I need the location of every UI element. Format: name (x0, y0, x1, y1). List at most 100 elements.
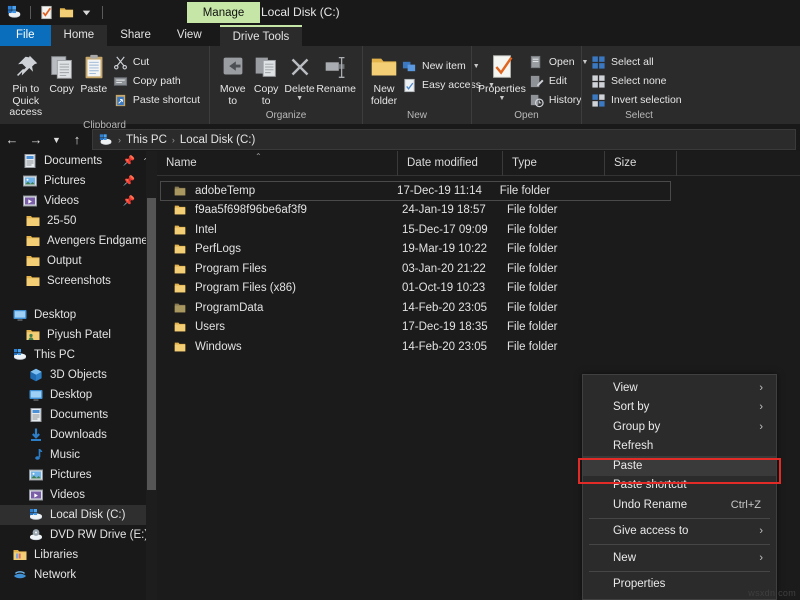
context-menu-item-give-access-to[interactable]: Give access to › (583, 522, 776, 542)
context-menu-item-refresh[interactable]: Refresh (583, 437, 776, 457)
copy-path-button[interactable]: Copy path (110, 72, 203, 90)
clipboard-small-commands: Cut Copy path (110, 50, 203, 109)
copy-button[interactable]: Copy (46, 50, 78, 96)
tab-view[interactable]: View (164, 25, 215, 46)
table-row[interactable]: Windows 14-Feb-20 23:05 File folder (161, 337, 800, 357)
rename-icon (321, 52, 351, 82)
table-row[interactable]: PerfLogs 19-Mar-19 10:22 File folder (161, 240, 800, 260)
sidebar-item-network[interactable]: Network (0, 565, 157, 585)
back-arrow-icon[interactable]: ← (0, 128, 24, 151)
select-all-button[interactable]: Select all (588, 53, 685, 71)
pin-icon[interactable]: 📌 (123, 156, 135, 167)
drive-icon[interactable] (7, 5, 22, 20)
column-header-name[interactable]: Name ⌃ (157, 151, 398, 176)
ribbon-group-new: New folder New item ▼ (362, 46, 471, 124)
paste-icon (79, 52, 109, 82)
sidebar-item-25-50[interactable]: 25-50 (0, 211, 157, 231)
context-menu-item-paste-shortcut[interactable]: Paste shortcut (583, 476, 776, 496)
table-row[interactable]: adobeTemp 17-Dec-19 11:14 File folder (160, 181, 671, 201)
sidebar-item-videos[interactable]: Videos 📌 (0, 191, 157, 211)
properties-caret-icon[interactable]: ▼ (498, 96, 505, 102)
sidebar-item-desktop-2[interactable]: Desktop (0, 385, 157, 405)
delete-button[interactable]: Delete ▼ (283, 50, 316, 102)
pin-to-quick-access-button[interactable]: Pin to Quick access (6, 50, 46, 119)
libraries-icon (12, 547, 28, 563)
edit-label: Edit (549, 75, 567, 87)
sidebar-item-local-disk-c[interactable]: Local Disk (C:) (0, 505, 157, 525)
properties-button[interactable]: Properties ▼ (478, 50, 526, 102)
dvd-drive-icon (28, 527, 44, 543)
paste-button[interactable]: Paste (78, 50, 110, 96)
context-menu-item-view[interactable]: View › (583, 378, 776, 398)
tab-home[interactable]: Home (51, 25, 108, 46)
pin-icon[interactable]: 📌 (123, 176, 135, 187)
invert-selection-button[interactable]: Invert selection (588, 91, 685, 109)
customize-dropdown-icon[interactable] (79, 5, 94, 20)
sidebar-item-output[interactable]: Output (0, 251, 157, 271)
table-row[interactable]: ProgramData 14-Feb-20 23:05 File folder (161, 298, 800, 318)
table-row[interactable]: Program Files (x86) 01-Oct-19 10:23 File… (161, 279, 800, 299)
sidebar-item-videos-2[interactable]: Videos (0, 485, 157, 505)
sidebar-item-3d-objects[interactable]: 3D Objects (0, 365, 157, 385)
context-menu-item-paste[interactable]: Paste (583, 456, 776, 476)
sidebar-scrollbar[interactable] (146, 151, 157, 600)
sidebar-item-libraries[interactable]: Libraries (0, 545, 157, 565)
sidebar-item-dvd-rw-drive-e[interactable]: DVD RW Drive (E:) (0, 525, 157, 545)
breadcrumb[interactable]: › This PC › Local Disk (C:) (92, 129, 796, 150)
sidebar-item-label: Pictures (44, 175, 86, 187)
tab-drive-tools[interactable]: Drive Tools (220, 25, 303, 46)
tab-file[interactable]: File (0, 25, 51, 46)
sidebar-item-desktop[interactable]: Desktop (0, 305, 157, 325)
table-row[interactable]: f9aa5f698f96be6af3f9 24-Jan-19 18:57 Fil… (161, 201, 800, 221)
sidebar-item-label: Local Disk (C:) (50, 509, 125, 521)
file-name-cell: adobeTemp (161, 184, 397, 198)
sidebar-scrollbar-thumb[interactable] (147, 198, 156, 490)
sidebar-item-avengers-endgame[interactable]: Avengers Endgame ( (0, 231, 157, 251)
breadcrumb-local-disk[interactable]: Local Disk (C:) (180, 134, 255, 146)
cut-button[interactable]: Cut (110, 53, 203, 71)
up-arrow-icon[interactable]: ↑ (65, 128, 89, 151)
delete-caret-icon[interactable]: ▼ (296, 96, 303, 102)
context-menu-item-new[interactable]: New › (583, 548, 776, 568)
recent-locations-icon[interactable]: ▼ (48, 128, 65, 151)
sidebar-item-documents[interactable]: Documents 📌 ⌃ (0, 151, 157, 171)
column-header-name-label: Name (166, 157, 197, 169)
column-header-type[interactable]: Type (503, 151, 605, 176)
pin-icon[interactable]: 📌 (123, 196, 135, 207)
table-row[interactable]: Intel 15-Dec-17 09:09 File folder (161, 220, 800, 240)
sidebar-item-music[interactable]: Music (0, 445, 157, 465)
sidebar-item-pictures-2[interactable]: Pictures (0, 465, 157, 485)
chevron-right-icon: › (759, 525, 763, 537)
table-row[interactable]: Users 17-Dec-19 18:35 File folder (161, 318, 800, 338)
context-menu-label: Give access to (613, 525, 688, 537)
sidebar-item-pictures[interactable]: Pictures 📌 (0, 171, 157, 191)
new-folder-button[interactable]: New folder (369, 50, 399, 107)
sidebar-item-piyush-patel[interactable]: Piyush Patel (0, 325, 157, 345)
breadcrumb-this-pc[interactable]: This PC (126, 134, 167, 146)
pictures-icon (28, 467, 44, 483)
copy-icon (47, 52, 77, 82)
move-to-button[interactable]: Move to (216, 50, 249, 107)
ribbon-group-label-select: Select (582, 109, 696, 124)
file-name-label: ProgramData (195, 302, 263, 314)
sidebar-item-this-pc[interactable]: This PC (0, 345, 157, 365)
table-row[interactable]: Program Files 03-Jan-20 21:22 File folde… (161, 259, 800, 279)
context-menu-item-sort-by[interactable]: Sort by › (583, 398, 776, 418)
rename-button[interactable]: Rename (316, 50, 356, 96)
column-header-size[interactable]: Size (605, 151, 677, 176)
sidebar-item-documents-2[interactable]: Documents (0, 405, 157, 425)
select-none-button[interactable]: Select none (588, 72, 685, 90)
sidebar-item-screenshots[interactable]: Screenshots (0, 271, 157, 291)
properties-icon[interactable] (39, 5, 54, 20)
context-menu-item-group-by[interactable]: Group by › (583, 417, 776, 437)
new-folder-icon[interactable] (59, 5, 74, 20)
copy-to-button[interactable]: Copy to (249, 50, 282, 107)
sidebar-item-label: Documents (44, 155, 102, 167)
context-menu-item-undo-rename[interactable]: Undo Rename Ctrl+Z (583, 495, 776, 515)
forward-arrow-icon[interactable]: → (24, 128, 48, 151)
paste-shortcut-button[interactable]: Paste shortcut (110, 91, 203, 109)
tab-share[interactable]: Share (107, 25, 164, 46)
paste-shortcut-label: Paste shortcut (133, 94, 200, 106)
column-header-date-modified[interactable]: Date modified (398, 151, 503, 176)
sidebar-item-downloads[interactable]: Downloads (0, 425, 157, 445)
